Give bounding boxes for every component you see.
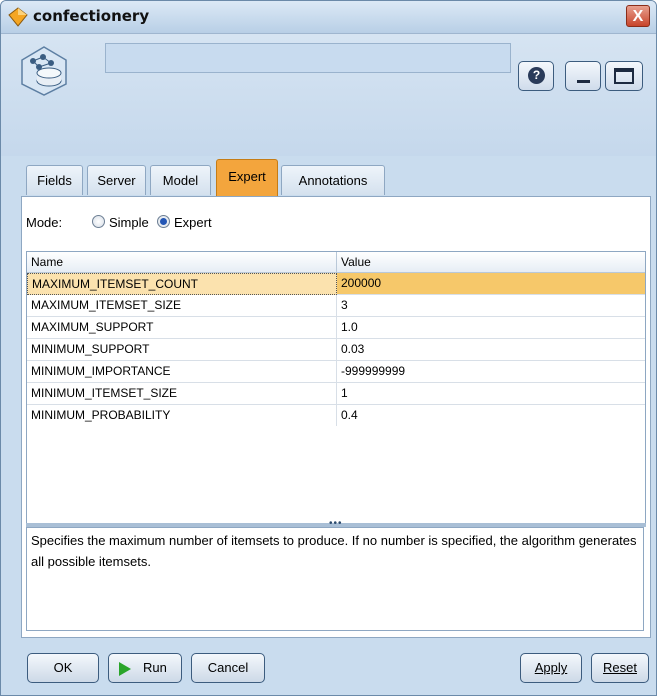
expert-panel: Mode: Simple Expert Name Value MAXIMUM_I…	[21, 196, 651, 638]
minimize-button[interactable]	[565, 61, 601, 91]
table-row[interactable]: MINIMUM_SUPPORT 0.03	[27, 339, 645, 361]
minimize-icon	[577, 80, 590, 83]
apply-button-label: Apply	[534, 660, 568, 675]
table-row[interactable]: MAXIMUM_ITEMSET_COUNT 200000	[27, 273, 645, 295]
option-name-cell: MINIMUM_PROBABILITY	[27, 405, 337, 427]
option-name-cell: MAXIMUM_ITEMSET_COUNT	[27, 273, 337, 295]
dialog-window: confectionery X ? Fields Server Model Ex…	[0, 0, 657, 696]
ok-button[interactable]: OK	[27, 653, 99, 683]
maximize-button[interactable]	[605, 61, 643, 91]
association-model-node-icon	[21, 46, 67, 96]
option-value-cell[interactable]: 0.4	[337, 405, 645, 427]
node-name-field[interactable]	[105, 43, 511, 73]
help-button[interactable]: ?	[518, 61, 554, 91]
table-row[interactable]: MAXIMUM_ITEMSET_SIZE 3	[27, 295, 645, 317]
tab-server[interactable]: Server	[87, 165, 146, 195]
apply-button[interactable]: Apply	[520, 653, 582, 683]
option-value-cell[interactable]: 200000	[337, 273, 645, 295]
tab-fields[interactable]: Fields	[26, 165, 83, 195]
close-button[interactable]: X	[626, 5, 650, 27]
option-value-cell[interactable]: 1	[337, 383, 645, 405]
run-button-label: Run	[143, 660, 167, 675]
expert-radio[interactable]	[157, 215, 170, 228]
tab-model[interactable]: Model	[150, 165, 211, 195]
column-divider[interactable]	[336, 252, 337, 272]
table-row[interactable]: MINIMUM_ITEMSET_SIZE 1	[27, 383, 645, 405]
table-row[interactable]: MINIMUM_PROBABILITY 0.4	[27, 405, 645, 427]
reset-button-label: Reset	[603, 660, 637, 675]
option-name-cell: MINIMUM_IMPORTANCE	[27, 361, 337, 383]
option-name-cell: MINIMUM_ITEMSET_SIZE	[27, 383, 337, 405]
expert-radio-label[interactable]: Expert	[174, 215, 212, 230]
option-value-cell[interactable]: 3	[337, 295, 645, 317]
help-icon: ?	[528, 67, 545, 84]
table-header: Name Value	[27, 252, 645, 273]
maximize-icon	[614, 68, 634, 84]
column-header-name[interactable]: Name	[31, 255, 63, 269]
tab-expert[interactable]: Expert	[216, 159, 278, 196]
option-value-cell[interactable]: 0.03	[337, 339, 645, 361]
window-title: confectionery	[33, 7, 150, 25]
run-button[interactable]: Run	[108, 653, 182, 683]
simple-radio[interactable]	[92, 215, 105, 228]
simple-radio-label[interactable]: Simple	[109, 215, 149, 230]
table-row[interactable]: MINIMUM_IMPORTANCE -999999999	[27, 361, 645, 383]
table-row[interactable]: MAXIMUM_SUPPORT 1.0	[27, 317, 645, 339]
close-icon: X	[632, 8, 644, 25]
play-icon	[119, 662, 131, 676]
reset-button[interactable]: Reset	[591, 653, 649, 683]
title-bar[interactable]: confectionery X	[1, 1, 656, 34]
mode-label: Mode:	[26, 215, 63, 230]
option-value-cell[interactable]: -999999999	[337, 361, 645, 383]
table-empty-area	[27, 426, 645, 524]
diamond-app-icon	[8, 7, 28, 27]
tab-annotations[interactable]: Annotations	[281, 165, 385, 195]
option-description: Specifies the maximum number of itemsets…	[26, 527, 644, 631]
option-name-cell: MAXIMUM_SUPPORT	[27, 317, 337, 339]
expert-options-table: Name Value MAXIMUM_ITEMSET_COUNT 200000 …	[26, 251, 646, 525]
cancel-button[interactable]: Cancel	[191, 653, 265, 683]
option-value-cell[interactable]: 1.0	[337, 317, 645, 339]
option-name-cell: MINIMUM_SUPPORT	[27, 339, 337, 361]
column-header-value[interactable]: Value	[341, 255, 371, 269]
option-name-cell: MAXIMUM_ITEMSET_SIZE	[27, 295, 337, 317]
